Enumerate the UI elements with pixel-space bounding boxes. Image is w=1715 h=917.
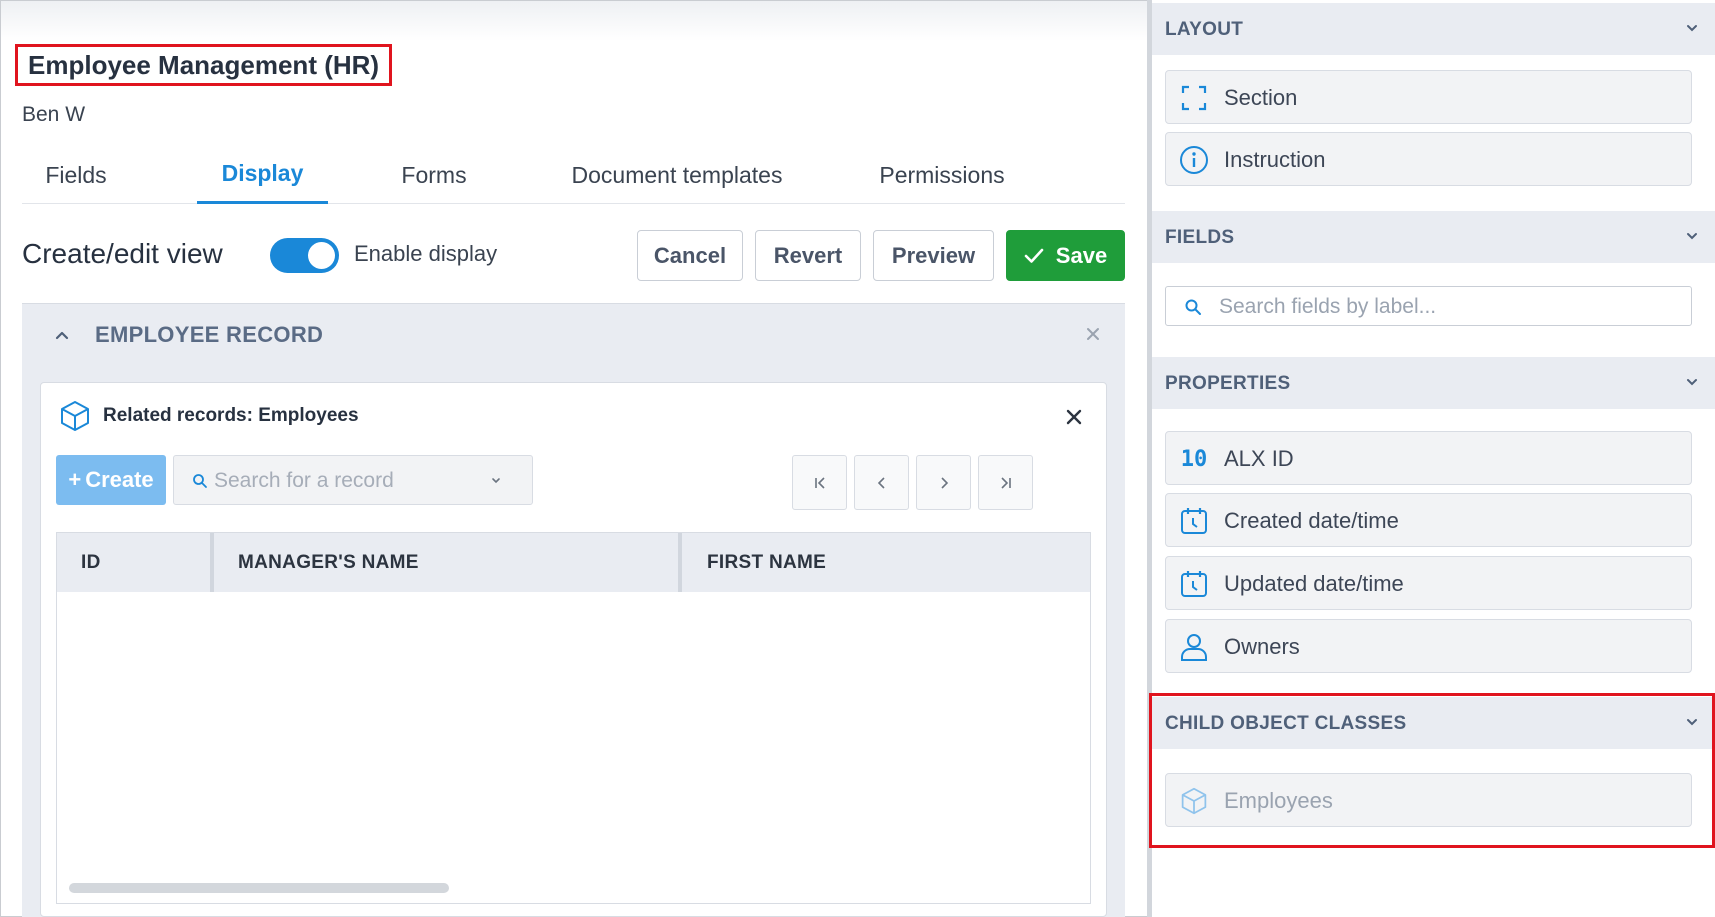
related-records-table: ID MANAGER'S NAME FIRST NAME — [56, 532, 1091, 904]
chevron-right-icon — [940, 476, 948, 489]
close-icon[interactable] — [1064, 407, 1084, 427]
last-page-button[interactable] — [978, 455, 1033, 510]
tab-forms[interactable]: Forms — [387, 146, 481, 204]
tab-fields[interactable]: Fields — [22, 146, 130, 204]
next-page-button[interactable] — [916, 455, 971, 510]
cube-icon — [61, 401, 89, 431]
tab-document-templates[interactable]: Document templates — [567, 146, 787, 204]
search-icon — [193, 474, 207, 488]
related-records-title: Related records: Employees — [103, 405, 359, 426]
record-search-input[interactable]: Search for a record — [173, 455, 533, 505]
cancel-button[interactable]: Cancel — [637, 230, 743, 281]
previous-page-button[interactable] — [854, 455, 909, 510]
field-search-input[interactable]: Search fields by label... — [1165, 286, 1692, 326]
field-search-placeholder: Search fields by label... — [1219, 295, 1437, 318]
first-page-icon — [814, 476, 825, 489]
properties-header-label: PROPERTIES — [1165, 373, 1291, 394]
page-title: Employee Management (HR) — [28, 49, 380, 80]
fields-header-label: FIELDS — [1165, 227, 1235, 248]
calendar-clock-icon — [1178, 568, 1210, 600]
id-icon: 10 — [1178, 443, 1210, 475]
column-resize-handle[interactable] — [678, 533, 682, 592]
property-item-owners[interactable]: Owners — [1165, 619, 1692, 673]
plus-icon: + — [68, 467, 82, 492]
related-records-card: Related records: Employees + Create Sear… — [40, 382, 1107, 917]
child-object-classes-highlight — [1149, 693, 1715, 848]
last-page-icon — [1000, 476, 1011, 489]
layout-header[interactable]: LAYOUT — [1152, 3, 1715, 55]
chevron-down-icon[interactable] — [1685, 21, 1699, 35]
app-title-highlight: Employee Management (HR) — [15, 44, 393, 86]
horizontal-scrollbar[interactable] — [69, 883, 449, 893]
chevron-up-icon[interactable] — [54, 322, 70, 348]
item-label: Section — [1224, 85, 1298, 110]
preview-button[interactable]: Preview — [873, 230, 994, 281]
property-item-updated-datetime[interactable]: Updated date/time — [1165, 556, 1692, 610]
item-label: Created date/time — [1224, 508, 1399, 533]
create-label: Create — [85, 467, 154, 492]
item-label: ALX ID — [1224, 446, 1294, 471]
tab-permissions[interactable]: Permissions — [862, 146, 1022, 204]
layout-item-instruction[interactable]: Instruction — [1165, 132, 1692, 186]
save-button[interactable]: Save — [1006, 230, 1125, 281]
column-resize-handle[interactable] — [210, 533, 214, 592]
owner-name: Ben W — [22, 103, 86, 126]
check-icon — [1024, 248, 1044, 263]
section-icon — [1178, 82, 1210, 114]
chevron-down-icon[interactable] — [1685, 229, 1699, 243]
section-header[interactable]: EMPLOYEE RECORD — [22, 303, 1125, 366]
tab-bar: Fields Display Forms Document templates … — [22, 146, 1125, 204]
section-body: Related records: Employees + Create Sear… — [22, 366, 1125, 917]
tab-display[interactable]: Display — [197, 146, 328, 204]
section-title: EMPLOYEE RECORD — [95, 322, 324, 347]
item-label: Owners — [1224, 634, 1300, 659]
revert-button[interactable]: Revert — [755, 230, 861, 281]
info-icon — [1178, 144, 1210, 176]
table-header: ID MANAGER'S NAME FIRST NAME — [57, 533, 1090, 592]
chevron-down-icon[interactable] — [1685, 375, 1699, 389]
layout-header-label: LAYOUT — [1165, 19, 1244, 40]
property-item-alx-id[interactable]: 10 ALX ID — [1165, 431, 1692, 485]
calendar-clock-icon — [1178, 505, 1210, 537]
toggle-knob — [308, 242, 335, 269]
top-shade — [1, 1, 1147, 41]
first-page-button[interactable] — [792, 455, 847, 510]
view-title: Create/edit view — [22, 238, 223, 269]
close-icon[interactable] — [1083, 324, 1103, 344]
layout-item-section[interactable]: Section — [1165, 70, 1692, 124]
enable-display-toggle[interactable] — [270, 238, 339, 273]
chevron-left-icon — [877, 476, 885, 489]
user-icon — [1178, 631, 1210, 663]
save-label: Save — [1055, 242, 1108, 268]
create-record-button[interactable]: + Create — [56, 455, 166, 505]
id-icon-text: 10 — [1180, 446, 1208, 472]
toggle-label: Enable display — [354, 241, 498, 266]
fields-header[interactable]: FIELDS — [1152, 211, 1715, 263]
search-icon — [1185, 299, 1201, 315]
item-label: Updated date/time — [1224, 571, 1404, 596]
chevron-down-icon[interactable] — [490, 476, 502, 486]
column-header-managers-name[interactable]: MANAGER'S NAME — [238, 533, 419, 592]
property-item-created-datetime[interactable]: Created date/time — [1165, 493, 1692, 547]
column-header-id[interactable]: ID — [81, 533, 101, 592]
column-header-first-name[interactable]: FIRST NAME — [707, 533, 826, 592]
item-label: Instruction — [1224, 147, 1326, 172]
record-search-placeholder: Search for a record — [214, 469, 394, 492]
properties-header[interactable]: PROPERTIES — [1152, 357, 1715, 409]
main-area: Employee Management (HR) Ben W Fields Di… — [0, 0, 1147, 917]
